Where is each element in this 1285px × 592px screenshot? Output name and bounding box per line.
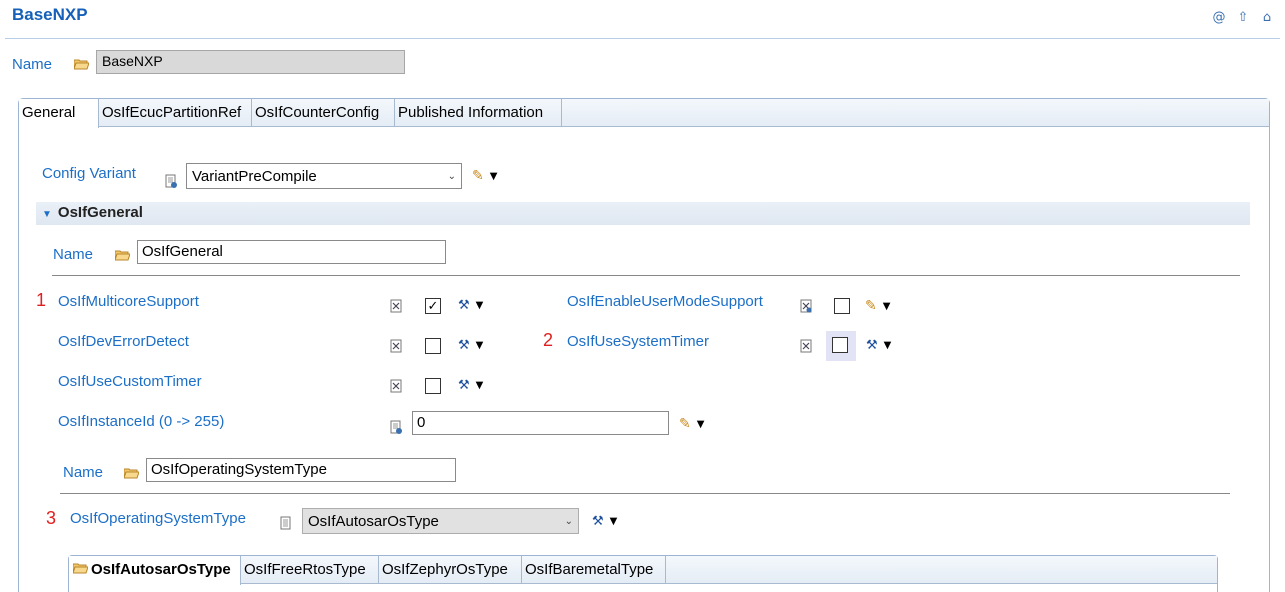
collapse-triangle-icon: ▼ bbox=[42, 209, 52, 220]
dropdown-arrow-icon[interactable]: ▼ bbox=[490, 171, 498, 182]
folder-icon bbox=[72, 563, 89, 574]
folder-icon bbox=[74, 59, 89, 70]
wrench-icon[interactable]: ⚒ bbox=[458, 338, 470, 353]
dropdown-arrow-icon[interactable]: ▼ bbox=[610, 516, 618, 527]
title-divider bbox=[5, 38, 1280, 39]
dropdown-arrow-icon[interactable]: ▼ bbox=[476, 300, 484, 311]
tab-ecuc-partition-ref[interactable]: OsIfEcucPartitionRef bbox=[99, 99, 252, 127]
multicore-actions: ⚒ ▼ bbox=[458, 298, 483, 313]
wrench-icon[interactable]: ⚒ bbox=[866, 338, 878, 353]
os-type-tab-bar: OsIfAutosarOsType OsIfFreeRtosType OsIfZ… bbox=[69, 556, 1217, 585]
wrench-icon[interactable]: ⚒ bbox=[458, 378, 470, 393]
dropdown-arrow-icon[interactable]: ▼ bbox=[883, 301, 891, 312]
marker-1: 1 bbox=[36, 290, 47, 310]
config-variant-label: Config Variant bbox=[42, 165, 136, 182]
osif-general-section-header[interactable]: ▼ OsIfGeneral bbox=[36, 202, 1250, 225]
use-custom-timer-label: OsIfUseCustomTimer bbox=[58, 373, 202, 390]
name-label: Name bbox=[12, 56, 53, 73]
use-custom-timer-checkbox[interactable] bbox=[425, 378, 441, 394]
up-arrow-icon[interactable]: ⇧ bbox=[1235, 10, 1251, 25]
tab-label: OsIfAutosarOsType bbox=[91, 561, 231, 578]
config-variant-value: VariantPreCompile bbox=[192, 167, 317, 185]
dev-error-detect-label: OsIfDevErrorDetect bbox=[58, 333, 189, 350]
tab-bar: General OsIfEcucPartitionRef OsIfCounter… bbox=[19, 99, 1269, 128]
section-name-input[interactable]: OsIfGeneral bbox=[137, 240, 446, 264]
at-icon[interactable]: @ bbox=[1211, 10, 1227, 25]
parameter-x-icon bbox=[390, 379, 402, 393]
tab-autosar-os-type[interactable]: OsIfAutosarOsType bbox=[69, 556, 241, 585]
dropdown-arrow-icon[interactable]: ▼ bbox=[476, 340, 484, 351]
tab-freertos-type[interactable]: OsIfFreeRtosType bbox=[241, 556, 379, 584]
tab-general[interactable]: General bbox=[19, 99, 99, 128]
use-system-timer-checkbox[interactable] bbox=[832, 337, 848, 353]
os-type-name-input[interactable]: OsIfOperatingSystemType bbox=[146, 458, 456, 482]
home-icon[interactable]: ⌂ bbox=[1259, 10, 1275, 25]
tab-published-information[interactable]: Published Information bbox=[395, 99, 562, 127]
folder-icon bbox=[124, 468, 139, 479]
name-readonly-field: BaseNXP bbox=[96, 50, 405, 74]
os-type-select-value: OsIfAutosarOsType bbox=[308, 512, 439, 530]
multicore-support-label: OsIfMulticoreSupport bbox=[58, 293, 199, 310]
use-system-timer-actions: ⚒ ▼ bbox=[866, 338, 891, 353]
dev-error-detect-checkbox[interactable] bbox=[425, 338, 441, 354]
editor-title: BaseNXP bbox=[12, 5, 88, 24]
os-type-select[interactable]: OsIfAutosarOsType ⌄ bbox=[302, 508, 579, 534]
pencil-icon[interactable]: ✎ bbox=[865, 298, 877, 314]
enable-user-mode-actions: ✎ ▼ bbox=[865, 298, 890, 314]
tab-zephyr-os-type[interactable]: OsIfZephyrOsType bbox=[379, 556, 522, 584]
folder-icon bbox=[115, 250, 130, 261]
tab-baremetal-type[interactable]: OsIfBaremetalType bbox=[522, 556, 666, 584]
header-toolbar: @ ⇧ ⌂ bbox=[1211, 10, 1275, 25]
parameter-x-icon bbox=[390, 299, 402, 313]
config-variant-actions: ✎ ▼ bbox=[472, 168, 497, 184]
marker-2: 2 bbox=[543, 330, 554, 350]
dropdown-arrow-icon[interactable]: ▼ bbox=[697, 419, 705, 430]
config-variant-select[interactable]: VariantPreCompile ⌄ bbox=[186, 163, 462, 189]
enable-user-mode-label: OsIfEnableUserModeSupport bbox=[567, 293, 763, 310]
section-name-label: Name bbox=[53, 246, 94, 263]
pencil-icon[interactable]: ✎ bbox=[679, 416, 691, 432]
section-divider bbox=[52, 275, 1240, 276]
marker-3: 3 bbox=[46, 508, 57, 528]
wrench-icon[interactable]: ⚒ bbox=[592, 514, 604, 529]
multicore-support-checkbox[interactable]: ✓ bbox=[425, 298, 441, 314]
dropdown-arrow-icon[interactable]: ▼ bbox=[884, 340, 892, 351]
config-doc-icon bbox=[165, 174, 177, 188]
instance-id-input[interactable]: 0 bbox=[412, 411, 669, 435]
checkbox-highlight bbox=[826, 331, 856, 361]
parameter-x-icon bbox=[390, 339, 402, 353]
os-type-select-label: OsIfOperatingSystemType bbox=[70, 510, 246, 527]
section-title: OsIfGeneral bbox=[57, 204, 143, 221]
tab-counter-config[interactable]: OsIfCounterConfig bbox=[252, 99, 395, 127]
dev-error-actions: ⚒ ▼ bbox=[458, 338, 483, 353]
parameter-x-icon bbox=[800, 339, 812, 353]
chevron-down-icon: ⌄ bbox=[447, 170, 456, 182]
instance-id-label: OsIfInstanceId (0 -> 255) bbox=[58, 413, 225, 430]
instance-id-actions: ✎ ▼ bbox=[679, 416, 704, 432]
parameter-doc-icon bbox=[390, 420, 402, 434]
os-type-divider bbox=[60, 493, 1230, 494]
enable-user-mode-checkbox[interactable] bbox=[834, 298, 850, 314]
choice-doc-icon bbox=[280, 516, 291, 530]
os-type-name-label: Name bbox=[63, 464, 104, 481]
os-type-actions: ⚒ ▼ bbox=[592, 514, 617, 529]
dropdown-arrow-icon[interactable]: ▼ bbox=[476, 380, 484, 391]
parameter-x-icon bbox=[800, 299, 812, 313]
wrench-icon[interactable]: ⚒ bbox=[458, 298, 470, 313]
custom-timer-actions: ⚒ ▼ bbox=[458, 378, 483, 393]
use-system-timer-label: OsIfUseSystemTimer bbox=[567, 333, 709, 350]
pencil-icon[interactable]: ✎ bbox=[472, 168, 484, 184]
chevron-down-icon: ⌄ bbox=[564, 515, 573, 527]
